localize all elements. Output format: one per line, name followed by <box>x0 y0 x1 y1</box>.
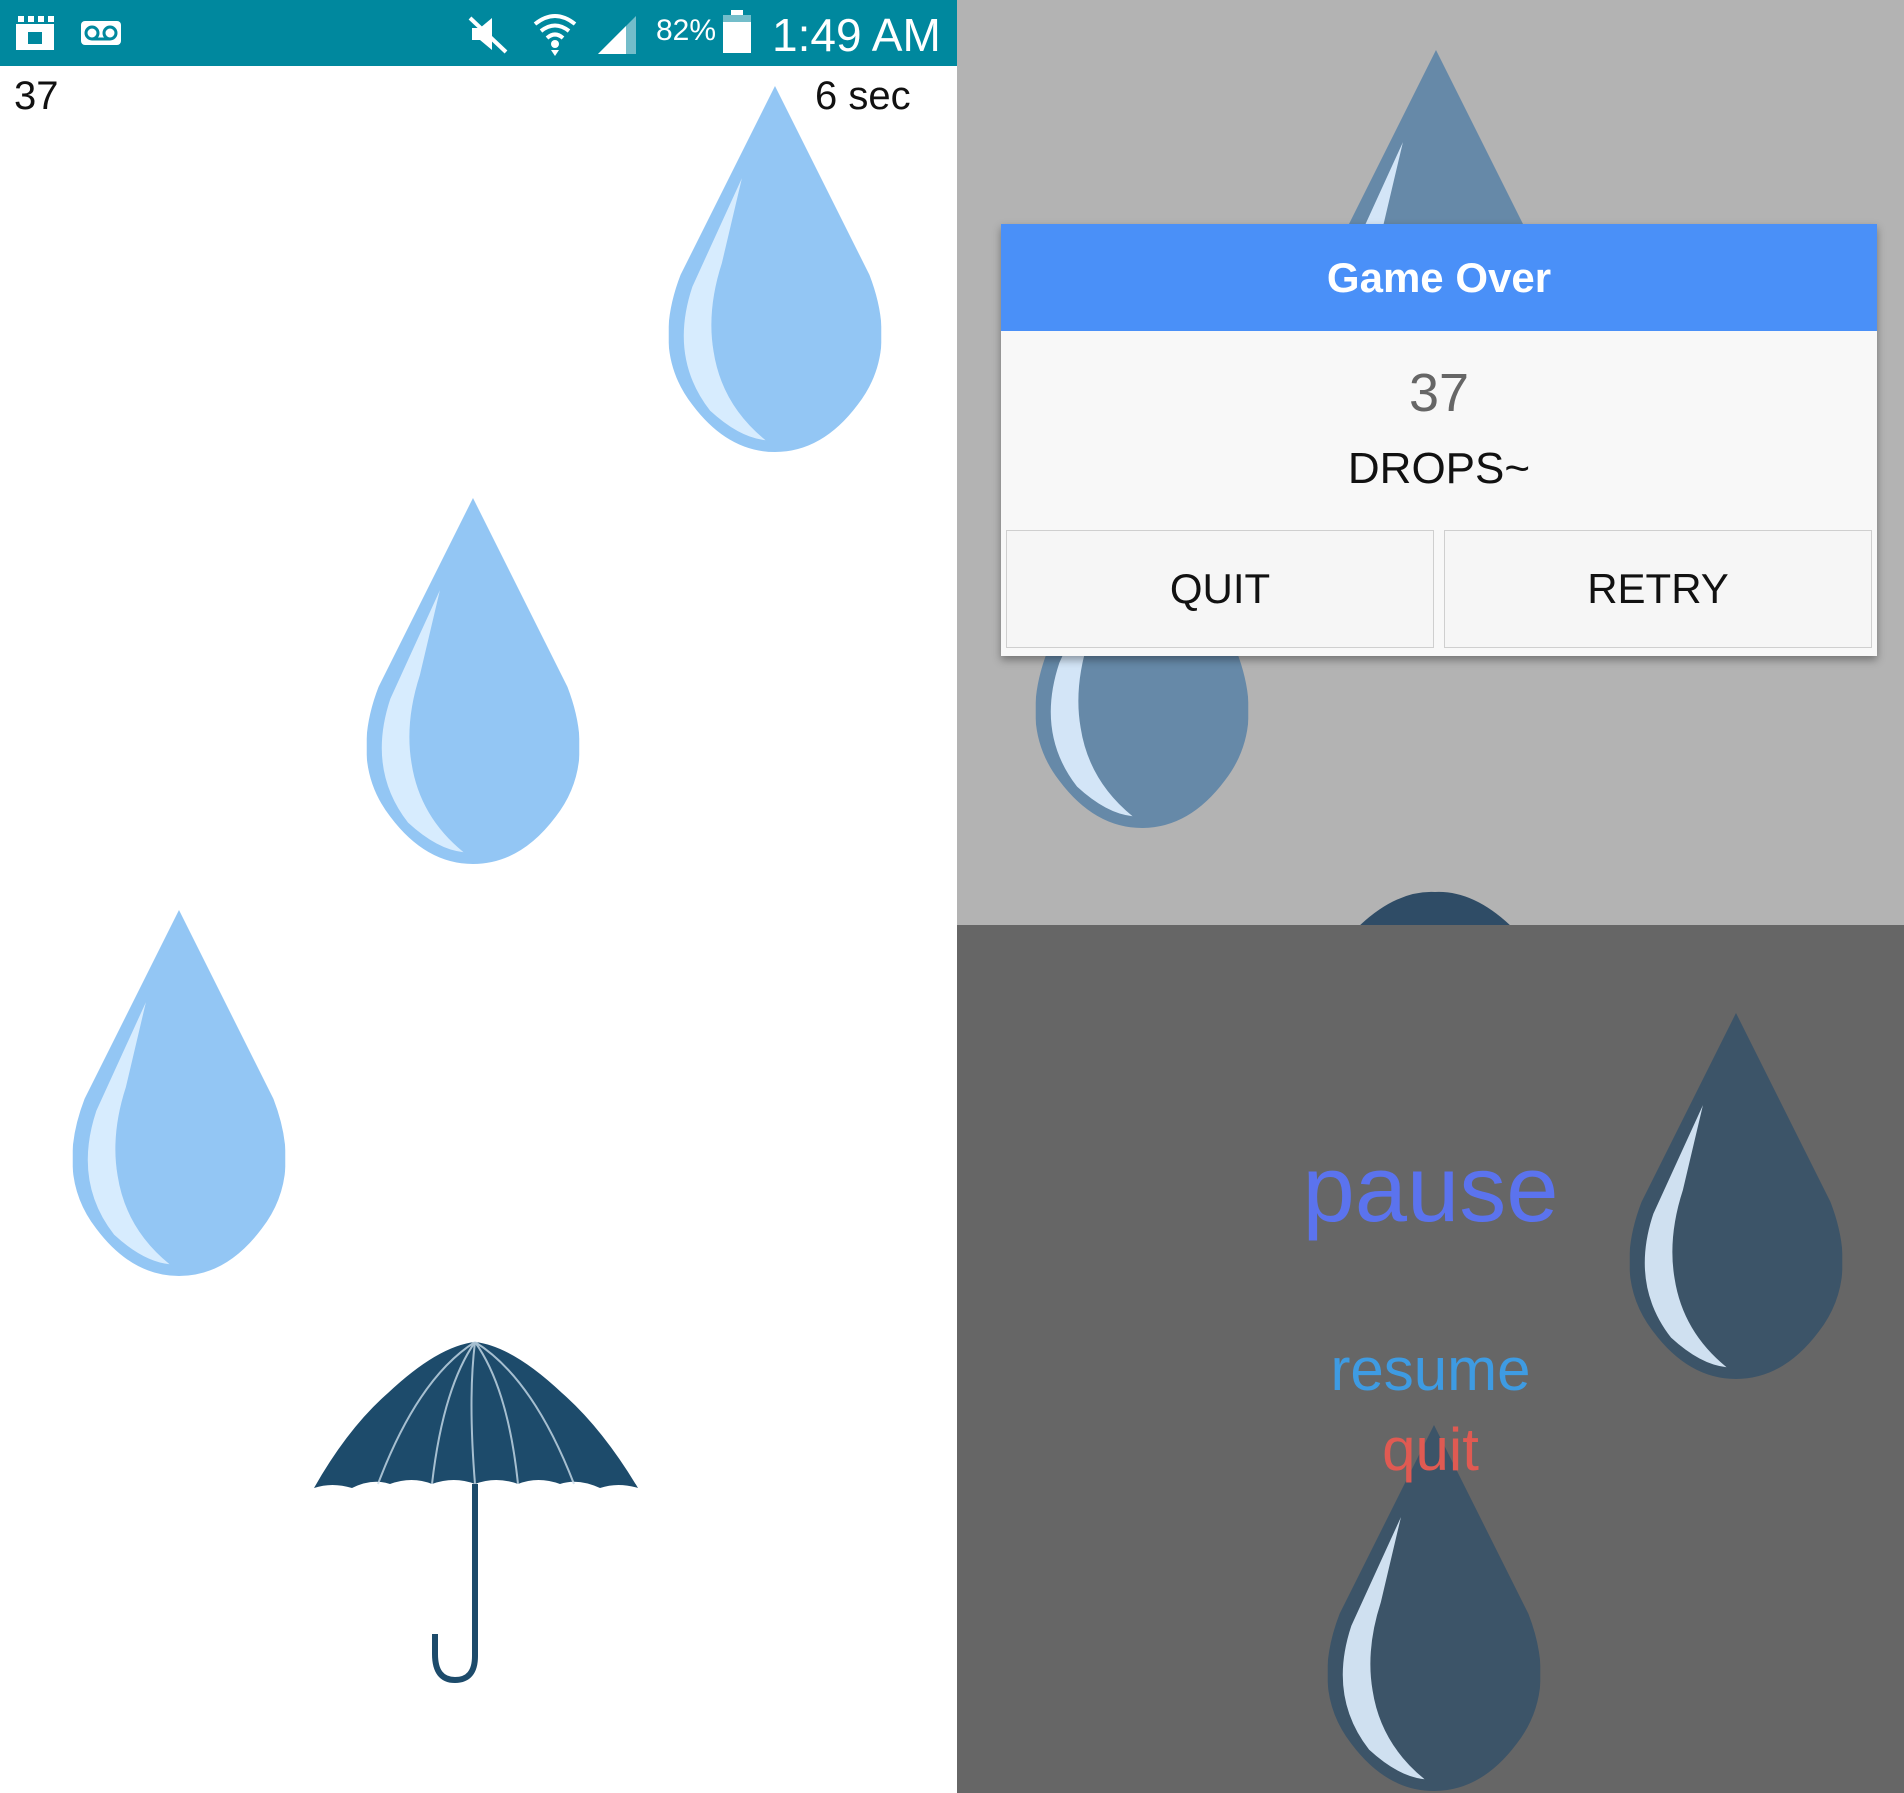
score-counter: 37 <box>14 74 59 118</box>
pause-screen: pause resume quit <box>957 925 1904 1793</box>
score-unit-label: DROPS~ <box>1347 444 1531 493</box>
dialog-header: Game Over <box>1001 224 1877 331</box>
status-bar: 82% 1:49 AM <box>0 0 957 66</box>
voicemail-icon <box>81 21 121 45</box>
game-over-screen: Game Over 37 DROPS~ QUIT RETRY <box>957 0 1904 925</box>
battery-percent: 82% <box>656 14 717 47</box>
gameplay-screen[interactable]: 82% 1:49 AM 37 6 sec <box>0 0 957 1793</box>
retry-button[interactable]: RETRY <box>1444 530 1872 648</box>
raindrop <box>1033 925 1251 969</box>
game-over-dialog: Game Over 37 DROPS~ QUIT RETRY <box>1001 224 1877 656</box>
umbrella <box>1360 891 1510 925</box>
signal-icon <box>598 16 636 54</box>
battery-icon <box>723 10 751 53</box>
wifi-icon <box>533 14 577 56</box>
final-score: 37 <box>1408 363 1470 423</box>
raindrop <box>1563 0 1781 14</box>
clock: 1:49 AM <box>772 9 941 61</box>
raindrop <box>70 910 288 1276</box>
raindrop <box>666 86 884 452</box>
notification-icon <box>16 16 54 50</box>
resume-button[interactable]: resume <box>957 1335 1904 1404</box>
mute-icon <box>468 16 508 54</box>
quit-button[interactable]: quit <box>957 1415 1904 1484</box>
dialog-title: Game Over <box>1326 253 1552 301</box>
quit-button[interactable]: QUIT <box>1006 530 1434 648</box>
raindrop <box>364 498 582 864</box>
pause-title: pause <box>1302 1136 1559 1241</box>
umbrella-player[interactable] <box>308 1338 642 1684</box>
